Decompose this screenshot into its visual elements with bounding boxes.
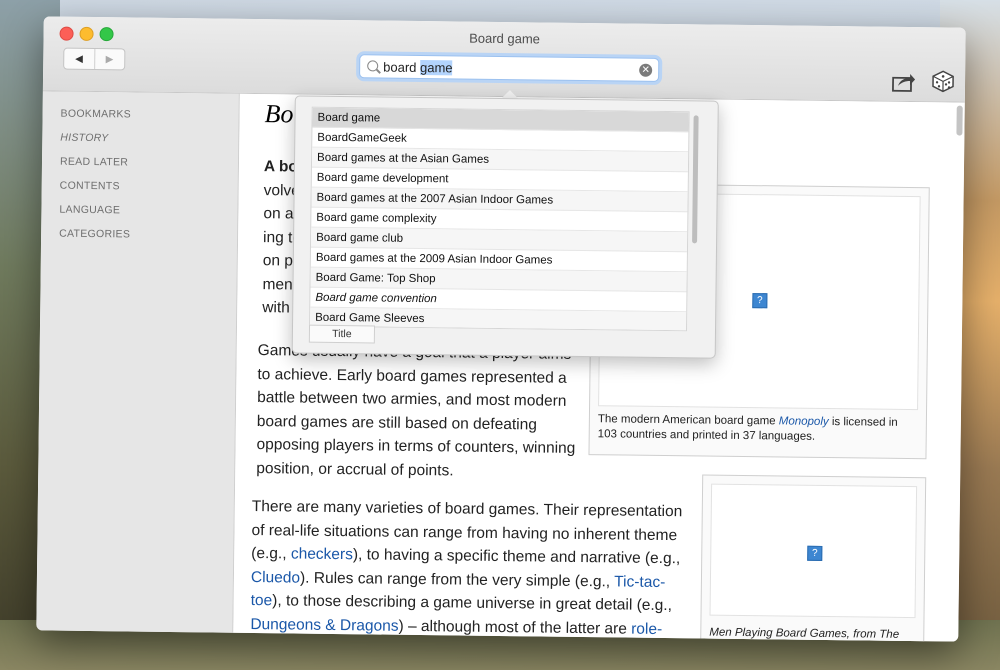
figure-men-playing: ? Men Playing Board Games, from The bbox=[700, 474, 927, 642]
chevron-right-icon: ▶ bbox=[105, 53, 114, 65]
search-icon bbox=[367, 60, 379, 72]
app-window: Board game ◀ ▶ board game ✕ BOOKMARKS HI… bbox=[36, 16, 966, 642]
sidebar-item-bookmarks[interactable]: BOOKMARKS bbox=[61, 108, 132, 121]
article-scrollbar[interactable] bbox=[956, 105, 963, 136]
history-nav: ◀ ▶ bbox=[63, 47, 126, 71]
link-cluedo[interactable]: Cluedo bbox=[251, 568, 300, 586]
back-button[interactable]: ◀ bbox=[64, 48, 95, 70]
sidebar-item-history[interactable]: HISTORY bbox=[60, 132, 108, 145]
link-monopoly[interactable]: Monopoly bbox=[779, 415, 829, 428]
sidebar-item-contents[interactable]: CONTENTS bbox=[60, 180, 120, 193]
link-role-playing[interactable]: role- bbox=[631, 620, 662, 637]
missing-image-icon: ? bbox=[807, 545, 823, 561]
search-input[interactable]: board game bbox=[383, 60, 453, 76]
sidebar: BOOKMARKS HISTORY READ LATER CONTENTS LA… bbox=[36, 91, 240, 634]
varieties-paragraph: There are many varieties of board games.… bbox=[250, 497, 683, 638]
search-autocomplete-selection: game bbox=[419, 59, 453, 76]
suggestions-scrollbar[interactable] bbox=[692, 115, 699, 244]
share-icon[interactable] bbox=[892, 71, 916, 93]
sidebar-item-categories[interactable]: CATEGORIES bbox=[59, 228, 130, 241]
dice-icon[interactable] bbox=[931, 69, 955, 93]
sidebar-item-read-later[interactable]: READ LATER bbox=[60, 156, 128, 169]
page-title: Bo bbox=[264, 99, 294, 129]
window-title: Board game bbox=[469, 30, 541, 47]
sidebar-item-language[interactable]: LANGUAGE bbox=[59, 204, 120, 217]
chevron-left-icon: ◀ bbox=[75, 53, 83, 65]
search-typed-text: board bbox=[383, 59, 421, 75]
figure-image[interactable]: ? bbox=[709, 483, 918, 619]
forward-button[interactable]: ▶ bbox=[95, 49, 125, 69]
goal-paragraph: Games usually have a goal that a player … bbox=[256, 342, 576, 479]
missing-image-icon: ? bbox=[752, 293, 768, 309]
search-suggestions-popover: Board game BoardGameGeek Board games at … bbox=[291, 95, 719, 359]
link-checkers[interactable]: checkers bbox=[291, 545, 353, 563]
column-header-title[interactable]: Title bbox=[308, 324, 376, 344]
link-dungeons-dragons[interactable]: Dungeons & Dragons bbox=[250, 615, 398, 634]
figure-caption: The modern American board game Monopoly … bbox=[597, 413, 898, 443]
suggestions-list[interactable]: Board game BoardGameGeek Board games at … bbox=[309, 106, 690, 332]
clear-search-icon[interactable]: ✕ bbox=[639, 63, 653, 77]
search-field[interactable]: board game ✕ bbox=[359, 54, 660, 82]
